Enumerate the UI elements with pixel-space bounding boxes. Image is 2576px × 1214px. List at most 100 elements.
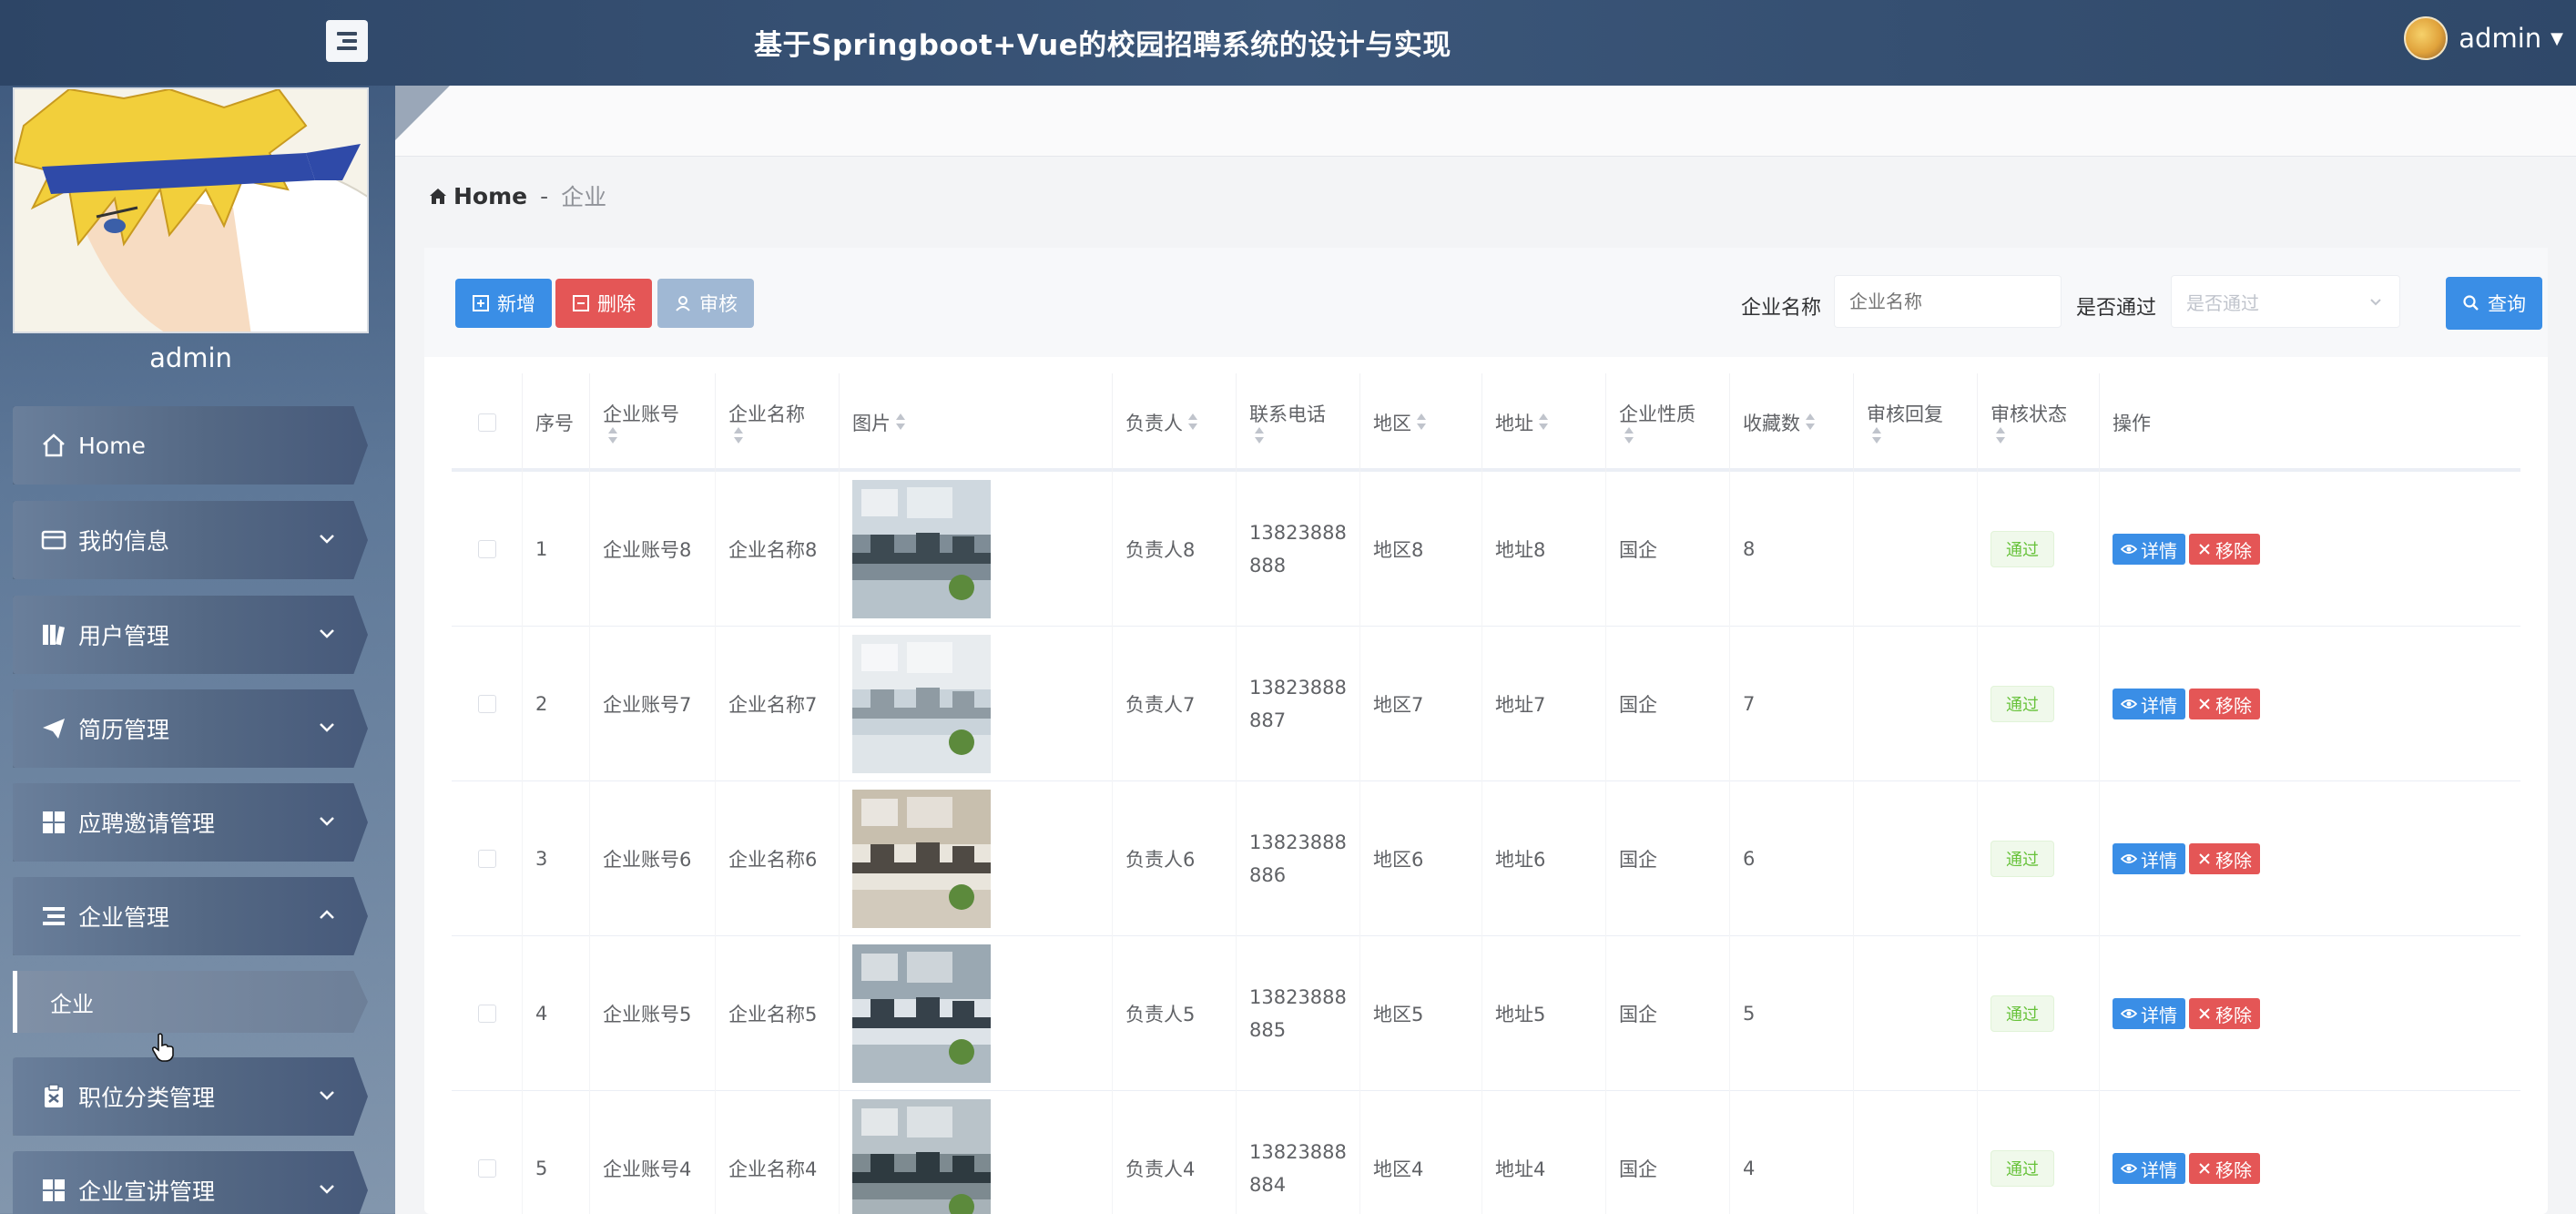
header-reply[interactable]: 审核回复 [1854,373,1978,472]
detail-button[interactable]: 详情 [2113,1153,2185,1184]
detail-button[interactable]: 详情 [2113,534,2185,565]
grid-icon [38,807,69,838]
cell-name: 企业名称4 [716,1091,840,1214]
audit-button[interactable]: 审核 [657,279,754,328]
sidebar-item-resume-management[interactable]: 简历管理 [13,689,368,768]
sidebar-item-seminar-management[interactable]: 企业宣讲管理 [13,1151,368,1214]
cell-favorites: 6 [1730,781,1854,936]
cell-status: 通过 [1978,1091,2100,1214]
detail-button[interactable]: 详情 [2113,689,2185,719]
sidebar-item-company-management[interactable]: 企业管理 [13,877,368,955]
row-checkbox[interactable] [477,1159,496,1178]
remove-button[interactable]: 移除 [2189,689,2260,719]
status-badge: 通过 [1991,686,2054,722]
cell-reply [1854,781,1978,936]
search-button[interactable]: 查询 [2446,277,2542,330]
office-photo[interactable] [852,944,991,1083]
header-region[interactable]: 地区 [1360,373,1482,472]
cell-index: 1 [523,472,590,627]
remove-button[interactable]: 移除 [2189,843,2260,874]
row-checkbox[interactable] [477,850,496,868]
remove-button-label: 移除 [2215,539,2252,562]
pass-status-placeholder: 是否通过 [2186,291,2259,314]
office-photo[interactable] [852,1099,991,1214]
user-name: admin [2459,23,2542,54]
table-row: 3 企业账号6 企业名称6 负责人6 13823888 886 地区6 地址6 国… [452,781,2520,936]
phone-line-1: 13823888 [1249,522,1347,544]
company-table: 序号 企业账号 企业名称 图片 负责人 联系电话 地区 地址 企业性质 收藏数 … [452,373,2520,1214]
sidebar-item-my-info[interactable]: 我的信息 [13,501,368,579]
sidebar-item-label: 用户管理 [78,623,170,649]
table-row: 2 企业账号7 企业名称7 负责人7 13823888 887 地区7 地址7 国… [452,627,2520,781]
remove-button-label: 移除 [2215,694,2252,717]
sidebar-item-job-category-management[interactable]: 职位分类管理 [13,1057,368,1136]
row-checkbox[interactable] [477,1005,496,1023]
minus-square-icon [573,295,589,311]
phone-line-1: 13823888 [1249,677,1347,699]
header-nature[interactable]: 企业性质 [1606,373,1730,472]
cell-index: 4 [523,936,590,1091]
cell-image [840,627,1113,781]
select-all-checkbox[interactable] [477,413,496,432]
add-button[interactable]: 新增 [455,279,552,328]
cell-index: 3 [523,781,590,936]
phone-line-1: 13823888 [1249,986,1347,1008]
breadcrumb-home[interactable]: Home [428,183,527,209]
header-favorites[interactable]: 收藏数 [1730,373,1854,472]
row-select-cell [452,627,523,781]
sidebar-item-invitation-management[interactable]: 应聘邀请管理 [13,783,368,862]
header-address[interactable]: 地址 [1482,373,1606,472]
cell-account: 企业账号5 [590,936,716,1091]
delete-button[interactable]: 删除 [555,279,652,328]
cell-account: 企业账号6 [590,781,716,936]
detail-button[interactable]: 详情 [2113,998,2185,1029]
header-account[interactable]: 企业账号 [590,373,716,472]
row-checkbox[interactable] [477,540,496,558]
cell-phone: 13823888 887 [1237,627,1360,781]
cell-address: 地址4 [1482,1091,1606,1214]
cell-owner: 负责人7 [1113,627,1237,781]
header-status[interactable]: 审核状态 [1978,373,2100,472]
user-menu[interactable]: admin ▼ [2404,16,2563,60]
chevron-down-icon [320,723,334,732]
header-name[interactable]: 企业名称 [716,373,840,472]
sidebar-item-home[interactable]: Home [13,406,368,485]
company-name-input[interactable] [1834,275,2062,328]
remove-button[interactable]: 移除 [2189,1153,2260,1184]
select-all-cell [452,373,523,472]
header-phone[interactable]: 联系电话 [1237,373,1360,472]
row-select-cell [452,1091,523,1214]
remove-button[interactable]: 移除 [2189,998,2260,1029]
cell-phone: 13823888 888 [1237,472,1360,627]
office-photo[interactable] [852,480,991,618]
caret-down-icon: ▼ [2551,28,2563,48]
sort-icon [1188,413,1197,432]
sidebar-item-label: 简历管理 [78,717,170,743]
pass-status-select[interactable]: 是否通过 [2171,275,2400,328]
row-select-cell [452,936,523,1091]
profile-name: admin [149,342,232,373]
remove-button[interactable]: 移除 [2189,534,2260,565]
sidebar-item-user-management[interactable]: 用户管理 [13,596,368,674]
row-checkbox[interactable] [477,695,496,713]
cell-region: 地区6 [1360,781,1482,936]
cell-favorites: 8 [1730,472,1854,627]
header-image[interactable]: 图片 [840,373,1113,472]
phone-line-2: 886 [1249,864,1287,886]
header-owner[interactable]: 负责人 [1113,373,1237,472]
sidebar-subitem-company[interactable]: 企业 [13,971,368,1033]
cell-status: 通过 [1978,936,2100,1091]
menu-toggle-button[interactable] [326,20,368,62]
cell-reply [1854,627,1978,781]
sort-icon [1996,427,2005,445]
detail-button[interactable]: 详情 [2113,843,2185,874]
cell-account: 企业账号8 [590,472,716,627]
sidebar-item-label: Home [78,432,146,459]
office-photo[interactable] [852,635,991,773]
office-photo[interactable] [852,790,991,928]
audit-button-label: 审核 [699,293,738,315]
cell-account: 企业账号4 [590,1091,716,1214]
toolbar: 新增 删除 审核 企业名称 是否通过 是否通过 查询 [424,248,2548,357]
sidebar-item-label: 企业宣讲管理 [78,1178,216,1205]
chevron-up-icon [320,910,334,919]
